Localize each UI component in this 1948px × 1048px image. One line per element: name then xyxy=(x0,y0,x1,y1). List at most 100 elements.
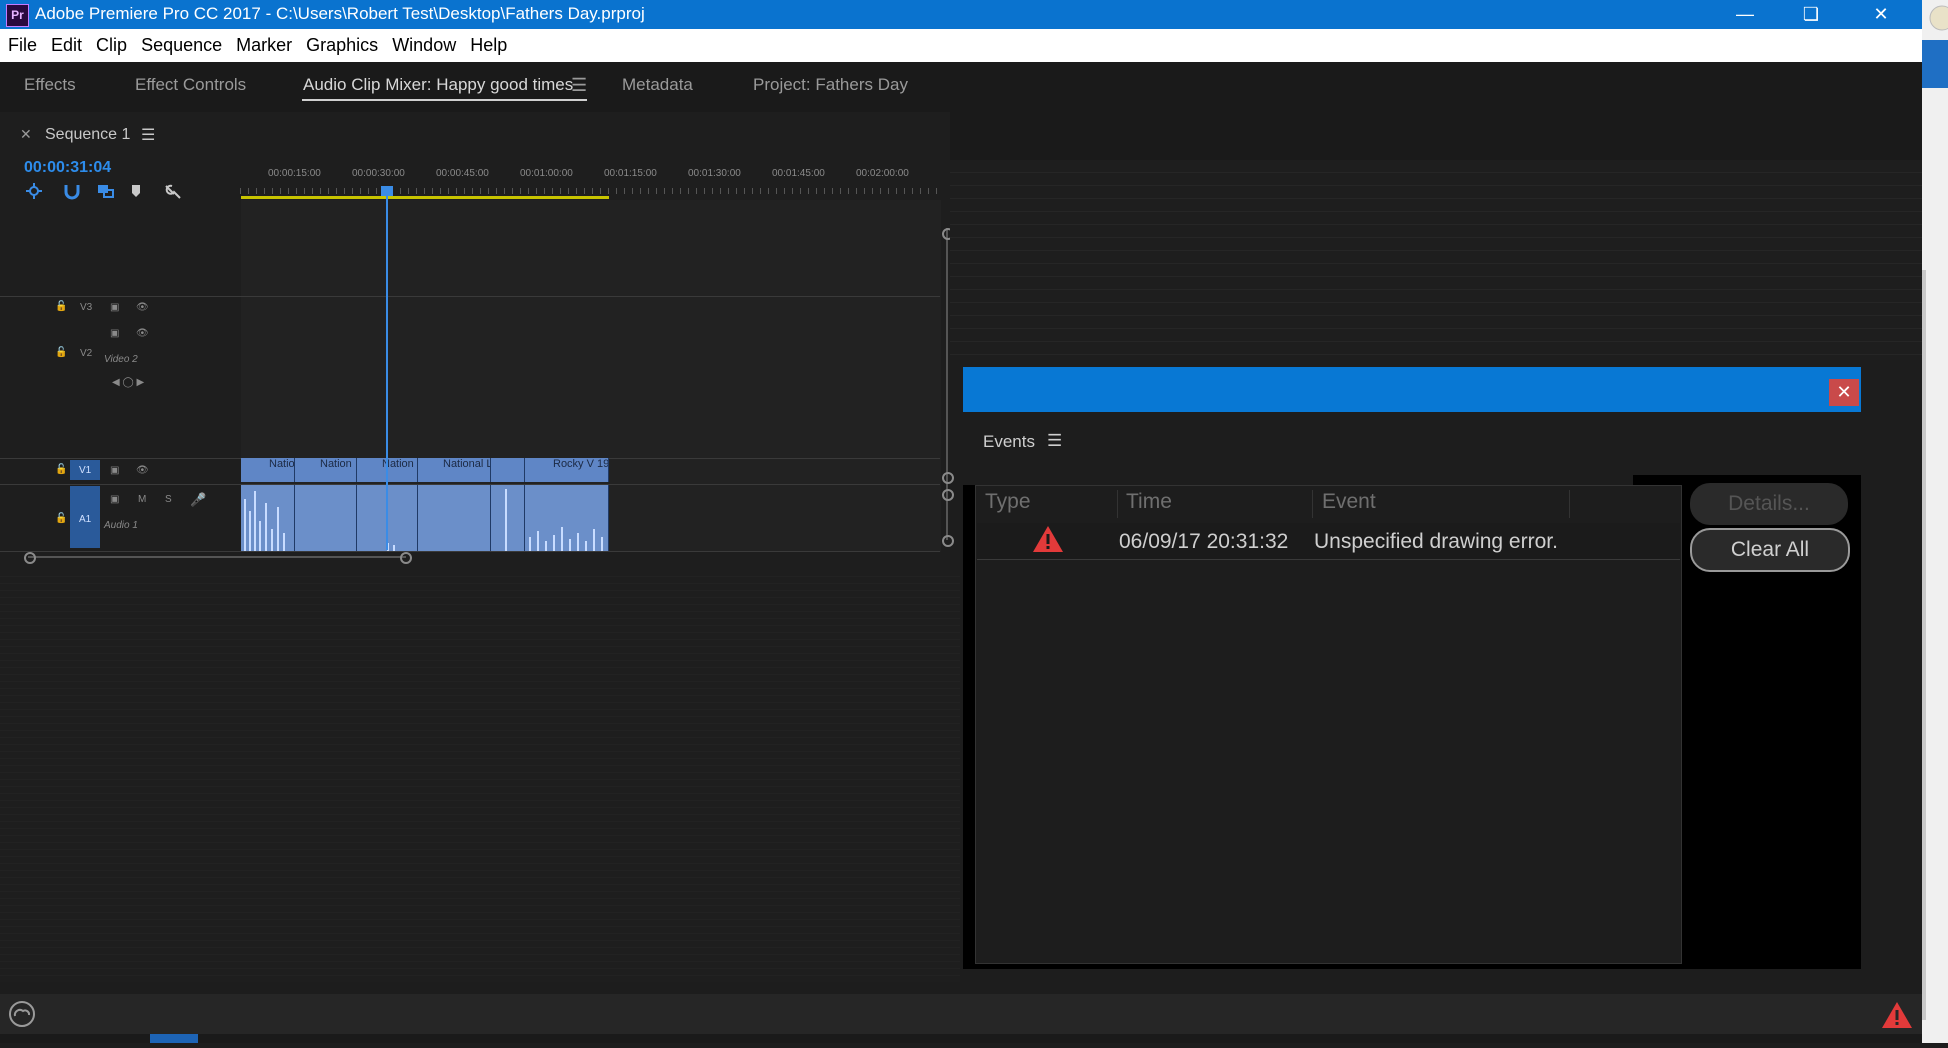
track-divider xyxy=(0,551,940,552)
menu-help[interactable]: Help xyxy=(463,29,514,62)
events-panel-spacer xyxy=(963,475,1633,485)
lock-icon[interactable]: 🔓 xyxy=(55,301,67,312)
ruler-label: 00:00:45:00 xyxy=(436,168,489,179)
active-tab-indicator xyxy=(302,99,587,101)
scroll-handle-right[interactable] xyxy=(400,552,412,564)
ruler-label: 00:01:45:00 xyxy=(772,168,825,179)
menu-edit[interactable]: Edit xyxy=(44,29,89,62)
lock-icon[interactable]: 🔓 xyxy=(55,513,67,524)
column-header-time[interactable]: Time xyxy=(1126,490,1172,514)
minimize-button[interactable]: — xyxy=(1722,0,1768,29)
sequence-tab[interactable]: Sequence 1 xyxy=(45,126,130,144)
redraw-artifact-area xyxy=(950,160,1922,360)
details-button[interactable]: Details... xyxy=(1690,483,1848,525)
premiere-logo-icon: Pr xyxy=(6,4,29,27)
audio-clip[interactable] xyxy=(418,485,491,551)
video-clip[interactable]: Nation xyxy=(295,458,357,482)
scroll-handle[interactable] xyxy=(942,535,954,547)
eye-icon[interactable]: 👁 xyxy=(136,328,149,339)
lock-icon[interactable]: 🔓 xyxy=(55,464,67,475)
timeline-settings-wrench-icon xyxy=(165,184,181,199)
tab-effect-controls[interactable]: Effect Controls xyxy=(135,75,246,95)
video-clip[interactable] xyxy=(491,458,525,482)
column-separator xyxy=(1569,490,1570,518)
ruler-label: 00:00:30:00 xyxy=(352,168,405,179)
track-name-v2: Video 2 xyxy=(104,354,138,365)
horizontal-zoom-scrollbar[interactable] xyxy=(28,556,406,558)
eye-icon[interactable]: 👁 xyxy=(136,465,149,476)
video-clip[interactable]: National L xyxy=(418,458,491,482)
audio-clip[interactable] xyxy=(525,485,609,551)
menu-marker[interactable]: Marker xyxy=(229,29,299,62)
audio-clip[interactable] xyxy=(491,485,525,551)
timeline-tools xyxy=(26,183,181,200)
audio-clip[interactable] xyxy=(241,485,295,551)
restore-button[interactable]: ❏ xyxy=(1788,0,1834,29)
column-separator xyxy=(1117,490,1118,518)
events-close-button[interactable]: ✕ xyxy=(1829,379,1859,406)
sync-lock-icon[interactable]: ▣ xyxy=(110,494,119,505)
menu-graphics[interactable]: Graphics xyxy=(299,29,385,62)
events-panel-menu-icon[interactable]: ☰ xyxy=(1047,431,1062,451)
event-message: Unspecified drawing error. xyxy=(1314,530,1558,553)
ruler-label: 00:01:00:00 xyxy=(520,168,573,179)
tab-audio-clip-mixer[interactable]: Audio Clip Mixer: Happy good times xyxy=(303,75,573,95)
clear-all-button[interactable]: Clear All xyxy=(1690,528,1850,572)
keyframe-nav-icon[interactable]: ◀ ◯ ▶ xyxy=(112,377,144,388)
column-header-event[interactable]: Event xyxy=(1322,490,1376,514)
menu-window[interactable]: Window xyxy=(385,29,463,62)
window-title: Adobe Premiere Pro CC 2017 - C:\Users\Ro… xyxy=(35,4,645,23)
events-title-bar[interactable] xyxy=(963,367,1861,412)
desktop-edge-icon xyxy=(1922,5,1948,1020)
close-sequence-icon[interactable]: ✕ xyxy=(20,126,32,143)
eye-icon[interactable]: 👁 xyxy=(136,302,149,313)
time-ruler[interactable]: 00:00:15:00 00:00:30:00 00:00:45:00 00:0… xyxy=(240,168,940,198)
scroll-handle[interactable] xyxy=(942,489,954,501)
scroll-handle-left[interactable] xyxy=(24,552,36,564)
status-bar xyxy=(0,994,1922,1034)
track-label-v1: V1 xyxy=(79,465,92,476)
ruler-label: 00:01:30:00 xyxy=(688,168,741,179)
event-time: 06/09/17 20:31:32 xyxy=(1119,530,1289,553)
playhead-timecode[interactable]: 00:00:31:04 xyxy=(24,159,111,177)
menu-sequence[interactable]: Sequence xyxy=(134,29,229,62)
ruler-ticks xyxy=(240,188,940,194)
close-button[interactable]: ✕ xyxy=(1858,0,1904,29)
tab-effects[interactable]: Effects xyxy=(24,75,76,95)
track-divider xyxy=(0,296,940,297)
tab-project[interactable]: Project: Fathers Day xyxy=(753,75,908,95)
sequence-menu-icon[interactable]: ☰ xyxy=(141,125,155,145)
column-header-type[interactable]: Type xyxy=(985,490,1031,514)
voiceover-mic-icon[interactable]: 🎤 xyxy=(190,492,206,508)
lock-icon[interactable]: 🔓 xyxy=(55,347,67,358)
work-area-bar[interactable] xyxy=(241,196,609,199)
snap-magnet-icon xyxy=(64,185,80,200)
tab-metadata[interactable]: Metadata xyxy=(622,75,693,95)
ruler-label: 00:01:15:00 xyxy=(604,168,657,179)
audio-clip[interactable] xyxy=(295,485,357,551)
ruler-label: 00:00:15:00 xyxy=(268,168,321,179)
scroll-handle[interactable] xyxy=(942,472,954,484)
title-bar: Pr Adobe Premiere Pro CC 2017 - C:\Users… xyxy=(0,0,1922,29)
sync-lock-icon[interactable]: ▣ xyxy=(110,328,119,339)
track-label-v2: V2 xyxy=(80,348,93,359)
menu-clip[interactable]: Clip xyxy=(89,29,134,62)
add-marker-icon xyxy=(132,185,140,197)
linked-selection-icon xyxy=(98,185,114,198)
taskbar-accent xyxy=(150,1034,198,1043)
events-panel-header: Events ☰ xyxy=(963,412,1861,475)
video-clip[interactable]: Rocky V 19 xyxy=(525,458,609,482)
menu-file[interactable]: File xyxy=(0,29,44,62)
status-warning-icon[interactable] xyxy=(1880,1000,1914,1030)
creative-cloud-icon[interactable] xyxy=(6,1000,38,1028)
solo-button[interactable]: S xyxy=(165,494,172,505)
panel-background xyxy=(950,112,1922,160)
ruler-label: 00:02:00:00 xyxy=(856,168,909,179)
panel-menu-icon[interactable]: ☰ xyxy=(571,75,587,96)
video-clip[interactable]: Natio xyxy=(241,458,295,482)
mute-button[interactable]: M xyxy=(138,494,146,505)
playhead-line xyxy=(386,186,388,550)
column-separator xyxy=(1312,490,1313,518)
sync-lock-icon[interactable]: ▣ xyxy=(110,465,119,476)
sync-lock-icon[interactable]: ▣ xyxy=(110,302,119,313)
